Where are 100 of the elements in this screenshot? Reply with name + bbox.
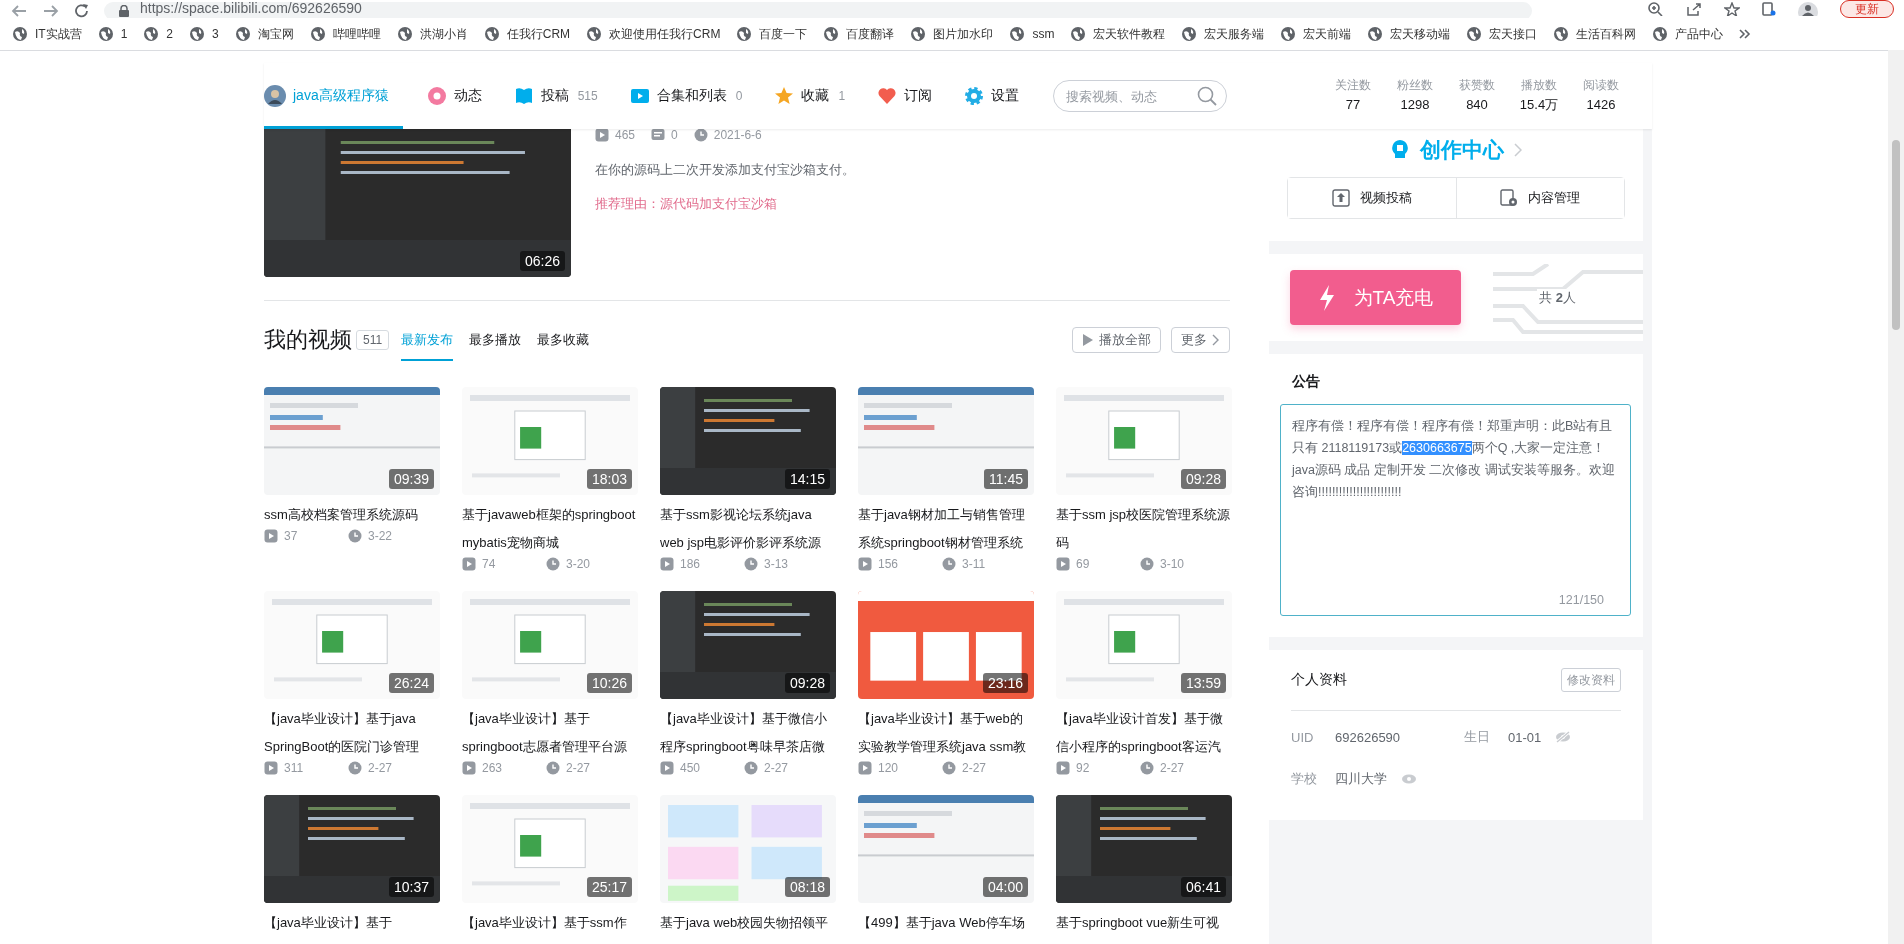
upload-date: 3-10 <box>1160 557 1185 571</box>
bookmark[interactable]: 宏天软件教程 <box>1070 25 1166 43</box>
video-title[interactable]: 【java毕业设计】基于 <box>264 909 440 937</box>
bookmark[interactable]: 2 <box>143 26 174 42</box>
video-duration: 25:17 <box>586 877 632 897</box>
bookmark[interactable]: 洪湖小肖 <box>396 25 468 43</box>
video-title[interactable]: ssm高校档案管理系统源码 <box>264 501 440 529</box>
creation-button[interactable]: 内容管理 <box>1455 178 1624 218</box>
nav-tab[interactable]: 投稿 515 <box>513 63 598 129</box>
play-icon <box>462 761 476 775</box>
video-title[interactable]: 【java毕业设计】基于微信小程序springboot粤味早茶店微 <box>660 705 836 761</box>
nav-tab[interactable]: 收藏 1 <box>774 63 846 129</box>
bookmark[interactable]: 图片加水印 <box>910 25 994 43</box>
bookmark[interactable]: 淘宝网 <box>234 25 294 43</box>
video-thumbnail[interactable]: 09:28 <box>660 591 836 699</box>
video-duration: 06:41 <box>1180 877 1226 897</box>
video-thumbnail[interactable]: 25:17 <box>462 795 638 903</box>
chevron-icon <box>1514 143 1522 157</box>
video-thumbnail[interactable]: 13:59 <box>1056 591 1232 699</box>
stat-value[interactable]: 1298 <box>1386 94 1444 116</box>
bookmark[interactable]: 百度一下 <box>736 25 808 43</box>
heart-icon <box>877 86 898 106</box>
stat-value[interactable]: 15.4万 <box>1510 94 1568 116</box>
scrollbar[interactable] <box>1888 50 1904 944</box>
lightning-icon <box>1317 284 1336 311</box>
video-thumbnail[interactable]: 06:26 <box>264 129 571 277</box>
video-thumbnail[interactable]: 26:24 <box>264 591 440 699</box>
video-title[interactable]: 基于java钢材加工与销售管理系统springboot钢材管理系统 <box>858 501 1034 557</box>
video-thumbnail[interactable]: 10:26 <box>462 591 638 699</box>
video-thumbnail[interactable]: 09:39 <box>264 387 440 495</box>
stat-value[interactable]: 1426 <box>1572 94 1630 116</box>
video-title[interactable]: 【java毕业设计首发】基于微信小程序的springboot客运汽 <box>1056 705 1232 761</box>
video-title[interactable]: 【499】基于java Web停车场 <box>858 909 1034 937</box>
video-title[interactable]: 基于springboot vue新生可视 <box>1056 909 1232 937</box>
bookmark[interactable]: 宏天移动端 <box>1367 25 1451 43</box>
video-thumbnail[interactable]: 23:16 <box>858 591 1034 699</box>
bookmark[interactable]: 产品中心 <box>1652 25 1724 43</box>
bookmark[interactable]: 任我行CRM <box>483 25 571 43</box>
address-field[interactable]: https://space.bilibili.com/692626590 <box>104 2 1532 18</box>
bookmark[interactable]: ssm <box>1009 26 1055 42</box>
stat-value[interactable]: 77 <box>1324 94 1382 116</box>
video-thumbnail[interactable]: 14:15 <box>660 387 836 495</box>
video-thumbnail[interactable]: 09:28 <box>1056 387 1232 495</box>
play-icon <box>858 557 872 571</box>
nav-tab[interactable]: 合集和列表 0 <box>629 63 743 129</box>
nav-tab[interactable]: 动态 <box>426 63 482 129</box>
bookmark[interactable]: 3 <box>189 26 219 42</box>
search-field[interactable]: 搜索视频、动态 <box>1053 80 1228 112</box>
avatar-icon <box>264 85 286 107</box>
bookmark[interactable]: 欢迎使用任我行CRM <box>586 25 721 43</box>
video-thumbnail[interactable]: 11:45 <box>858 387 1034 495</box>
play-count: 450 <box>680 761 702 775</box>
video-thumbnail[interactable]: 10:37 <box>264 795 440 903</box>
bookmark[interactable]: 哔哩哔哩 <box>309 25 381 43</box>
video-thumbnail[interactable]: 18:03 <box>462 387 638 495</box>
stat-value[interactable]: 840 <box>1448 94 1506 116</box>
video-thumbnail[interactable]: 06:41 <box>1056 795 1232 903</box>
clock-icon <box>348 761 362 775</box>
video-duration: 14:15 <box>784 469 830 489</box>
video-title[interactable]: 【java毕业设计】基于web的实验教学管理系统java ssm教 <box>858 705 1034 761</box>
bookmark[interactable]: 1 <box>97 26 128 42</box>
bookmark[interactable]: 生活百科网 <box>1553 25 1637 43</box>
nav-tab[interactable]: 订阅 <box>877 63 933 129</box>
video-title[interactable]: 基于javaweb框架的springboot mybatis宠物商城 <box>462 501 638 557</box>
video-duration: 09:28 <box>1180 469 1226 489</box>
video-title[interactable]: 基于ssm jsp校医院管理系统源码 <box>1056 501 1232 557</box>
sort-tab[interactable]: 最多收藏 <box>537 319 590 361</box>
bookmark[interactable]: 宏天接口 <box>1466 25 1538 43</box>
play-icon <box>660 761 674 775</box>
stat-label: 粉丝数 <box>1396 77 1434 94</box>
video-title[interactable]: 【java毕业设计】基于ssm作 <box>462 909 638 937</box>
video-title[interactable]: 基于java web校园失物招领平 <box>660 909 836 937</box>
announcement-text: 程序有偿！程序有偿！程序有偿！郑重声明：此B站有且只有 2118119173或2630663675两个Q ,大家一定注意！ java源码 成品 定制开发 二次修改 调试安装等服务。欢迎咨询!!!!!!!!!!!!!!!!!!!!!!!! <box>1292 418 1616 501</box>
globe-icon <box>309 26 326 42</box>
field-value: 692626590 <box>1335 729 1401 745</box>
bookmark[interactable]: 宏天服务端 <box>1181 25 1265 43</box>
globe-icon <box>736 26 753 42</box>
sort-tab[interactable]: 最多播放 <box>469 319 522 361</box>
upload-date: 3-22 <box>368 529 393 543</box>
upload-date: 2-27 <box>764 761 789 775</box>
more-button[interactable]: 更多 <box>1171 327 1230 353</box>
upload-date: 2-27 <box>1160 761 1185 775</box>
video-duration: 18:03 <box>586 469 632 489</box>
play-all-button[interactable]: 播放全部 <box>1072 327 1161 353</box>
video-title[interactable]: 【java毕业设计】基于java SpringBoot的医院门诊管理 <box>264 705 440 761</box>
bookmark[interactable]: IT实战营 <box>12 25 82 43</box>
video-duration: 23:16 <box>982 673 1028 693</box>
video-thumbnail[interactable]: 04:00 <box>858 795 1034 903</box>
video-title[interactable]: 基于ssm影视论坛系统java web jsp电影评价影评系统源 <box>660 501 836 557</box>
video-title[interactable]: 【java毕业设计】基于springboot志愿者管理平台源 <box>462 705 638 761</box>
clock-icon <box>942 557 956 571</box>
globe-icon <box>1466 26 1483 42</box>
update-button[interactable]: 更新 <box>1840 0 1894 18</box>
announcement-field[interactable]: 程序有偿！程序有偿！程序有偿！郑重声明：此B站有且只有 2118119173或2630663675两个Q ,大家一定注意！ java源码 成品 定制开发 二次修改 调试安装等服务。欢迎咨询!!!!!!!!!!!!!!!!!!!!!!!! 121/150 <box>1280 404 1631 616</box>
video-duration: 06:26 <box>519 251 565 271</box>
video-thumbnail[interactable]: 08:18 <box>660 795 836 903</box>
bookmark[interactable]: 宏天前端 <box>1280 25 1352 43</box>
nav-tab[interactable]: 设置 <box>964 63 1020 129</box>
reload-icon <box>74 4 90 18</box>
bookmark[interactable]: 百度翻译 <box>823 25 895 43</box>
